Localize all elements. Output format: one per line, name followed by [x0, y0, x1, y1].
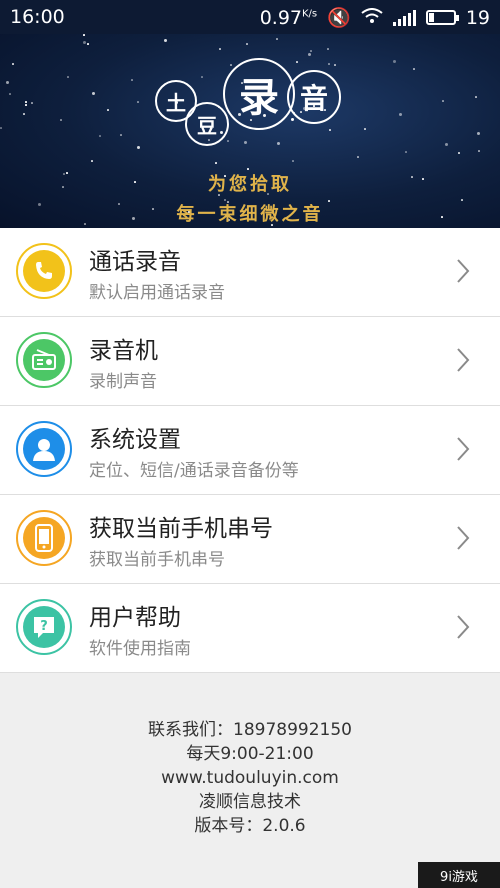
phone-icon — [16, 243, 72, 299]
star — [405, 151, 407, 153]
help-icon-inner: ? — [23, 606, 65, 648]
wifi-icon — [361, 7, 383, 29]
slogan-line-1: 为您拾取 — [208, 174, 292, 195]
star — [0, 127, 2, 129]
star — [215, 162, 217, 164]
menu-title: 录音机 — [89, 338, 158, 364]
star — [83, 41, 86, 44]
service-hours: 每天9:00-21:00 — [186, 744, 314, 764]
chevron-right-icon — [457, 526, 470, 550]
menu-item-imei[interactable]: 获取当前手机串号 获取当前手机串号 — [0, 495, 500, 584]
radio-icon — [16, 332, 72, 388]
mobile-icon-inner — [23, 517, 65, 559]
mobile-icon — [16, 510, 72, 566]
radio-icon-inner — [23, 339, 65, 381]
star — [6, 81, 9, 84]
chevron-right-icon — [457, 348, 470, 372]
help-icon: ? — [16, 599, 72, 655]
star — [25, 101, 27, 103]
network-speed: 0.97K/s — [259, 6, 318, 29]
star — [413, 68, 415, 70]
star — [25, 104, 27, 106]
star — [308, 53, 311, 56]
logo-char: 录 — [223, 58, 295, 130]
menu-subtitle: 默认启用通话录音 — [89, 283, 225, 303]
star — [60, 119, 62, 121]
star — [83, 34, 85, 36]
version-number: 版本号：2.0.6 — [194, 816, 306, 836]
watermark: 9i游戏 — [418, 862, 500, 888]
menu-item-call-recording[interactable]: 通话录音 默认启用通话录音 — [0, 228, 500, 317]
star — [9, 93, 11, 95]
star — [164, 39, 167, 42]
website-link[interactable]: www.tudouluyin.com — [0, 766, 500, 790]
star — [120, 134, 122, 136]
user-icon-inner — [23, 428, 65, 470]
menu-title: 用户帮助 — [89, 605, 181, 631]
star — [393, 60, 396, 63]
star — [12, 63, 14, 65]
mute-icon: 🔇 — [327, 7, 351, 29]
star — [91, 160, 93, 162]
battery-icon — [425, 10, 459, 25]
star — [67, 76, 69, 78]
chevron-right-icon — [457, 259, 470, 283]
star — [219, 48, 221, 50]
status-bar: 16:00 0.97K/s 🔇 19 — [0, 0, 500, 34]
star — [107, 109, 109, 111]
menu-title: 获取当前手机串号 — [89, 516, 273, 542]
menu-subtitle: 定位、短信/通话录音备份等 — [89, 461, 299, 481]
star — [310, 50, 312, 52]
svg-text:?: ? — [40, 619, 48, 634]
footer-info: 联系我们：18978992150 每天9:00-21:00 www.tudoul… — [0, 718, 500, 838]
star — [87, 43, 89, 45]
star — [246, 43, 248, 45]
menu-subtitle: 录制声音 — [89, 372, 157, 392]
status-time: 16:00 — [10, 6, 65, 28]
chevron-right-icon — [457, 615, 470, 639]
star — [458, 152, 460, 154]
phone-icon-inner — [23, 250, 65, 292]
star — [477, 132, 480, 135]
star — [292, 160, 294, 162]
star — [445, 143, 448, 146]
star — [399, 113, 402, 116]
star — [327, 48, 329, 50]
star — [364, 128, 366, 130]
menu-item-recorder[interactable]: 录音机 录制声音 — [0, 317, 500, 406]
star — [137, 101, 139, 103]
battery-fill — [428, 13, 434, 22]
star — [276, 38, 278, 40]
menu-title: 系统设置 — [89, 427, 181, 453]
menu-item-help[interactable]: ? 用户帮助 软件使用指南 — [0, 584, 500, 673]
star — [478, 150, 480, 152]
star — [131, 79, 133, 81]
app-logo: 土 豆 录 音 — [155, 58, 345, 148]
menu-item-settings[interactable]: 系统设置 定位、短信/通话录音备份等 — [0, 406, 500, 495]
header-banner: 土 豆 录 音 为您拾取 每一束细微之音 — [0, 34, 500, 228]
contact-phone: 联系我们：18978992150 — [148, 720, 352, 740]
main-menu: 通话录音 默认启用通话录音 录音机 录制声音 系统设置 定位、短信/通话录音备份… — [0, 228, 500, 673]
chevron-right-icon — [457, 437, 470, 461]
menu-title: 通话录音 — [89, 249, 181, 275]
slogan-line-2: 每一束细微之音 — [176, 204, 324, 225]
battery-level: 19 — [465, 6, 490, 29]
star — [31, 102, 33, 104]
company-name: 凌顺信息技术 — [199, 792, 301, 812]
star — [475, 96, 477, 98]
menu-subtitle: 软件使用指南 — [89, 639, 191, 659]
status-icons: 0.97K/s 🔇 19 — [259, 6, 490, 30]
signal-icon — [392, 9, 416, 26]
star — [99, 135, 101, 137]
star — [357, 156, 359, 158]
star — [137, 146, 140, 149]
user-icon — [16, 421, 72, 477]
logo-char: 豆 — [185, 102, 229, 146]
star — [23, 113, 25, 115]
logo-char: 音 — [287, 70, 341, 124]
star — [92, 92, 95, 95]
menu-subtitle: 获取当前手机串号 — [89, 550, 225, 570]
star — [442, 100, 444, 102]
